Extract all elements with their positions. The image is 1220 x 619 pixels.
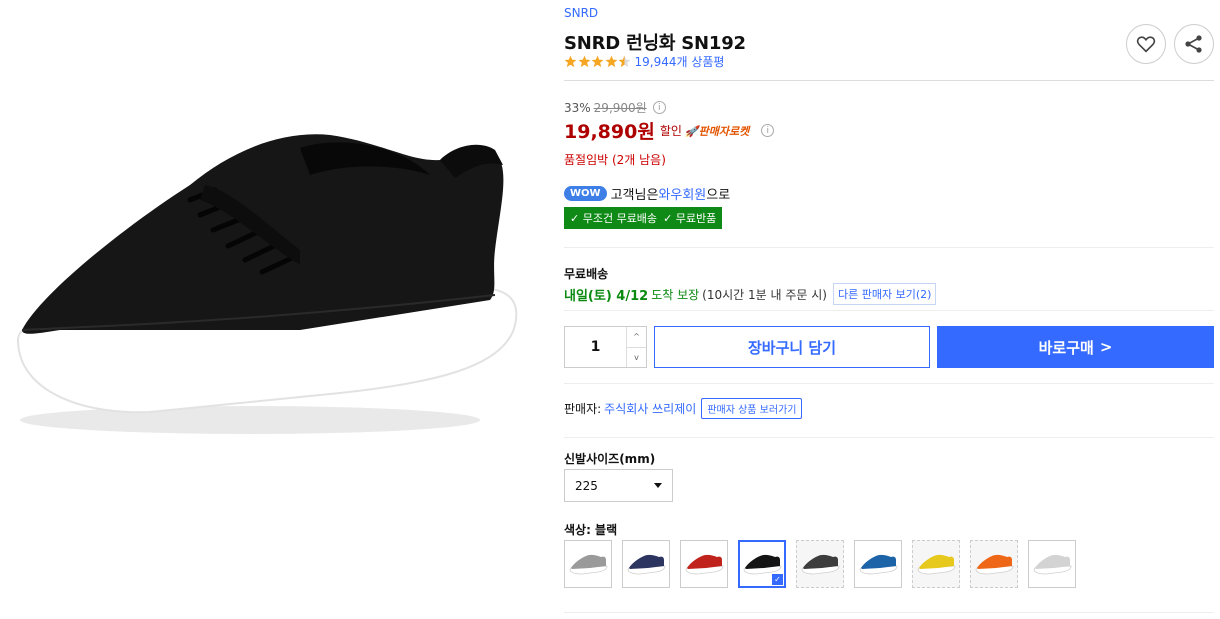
seller-row: 판매자: 주식회사 쓰리제이 판매자 상품 보러가기: [564, 398, 803, 419]
product-title: SNRD 런닝화 SN192: [564, 33, 746, 54]
color-swatch[interactable]: [564, 540, 612, 588]
sale-label: 할인: [659, 124, 682, 138]
size-option-label: 신발사이즈(mm): [564, 452, 656, 466]
half-star-icon: [618, 55, 631, 68]
color-swatch[interactable]: [796, 540, 844, 588]
stock-notice: 품절임박 (2개 남음): [564, 153, 666, 167]
delivery-date: 내일(토) 4/12: [564, 288, 649, 304]
quantity-input[interactable]: 1: [565, 327, 626, 367]
wow-badge: WOW: [564, 186, 607, 201]
original-price: 29,900원: [593, 101, 647, 115]
divider: [564, 612, 1214, 613]
delivery-condition: (10시간 1분 내 주문 시): [702, 287, 827, 302]
color-swatch[interactable]: [622, 540, 670, 588]
free-return-benefit: ✓ 무료반품: [663, 212, 717, 225]
color-swatches: ✓: [564, 540, 1076, 588]
rocket-badge: 🚀판매자로켓: [684, 124, 750, 138]
quantity-stepper: 1 ^ v: [564, 326, 647, 368]
quantity-increase-button[interactable]: ^: [627, 327, 646, 348]
product-image: [0, 90, 530, 450]
quantity-arrows: ^ v: [626, 327, 646, 367]
divider: [564, 310, 1214, 311]
shoe-thumbnail: [1033, 554, 1072, 575]
size-selected-value: 225: [575, 478, 598, 493]
shoe-thumbnail: [627, 554, 666, 575]
wow-row: WOW 고객님은 와우회원 으로: [564, 184, 730, 203]
share-button[interactable]: [1174, 24, 1214, 64]
star-icon: [605, 55, 617, 68]
seller-prefix: 판매자:: [564, 402, 602, 416]
shoe-thumbnail: [685, 554, 724, 575]
review-count-link[interactable]: 19,944개 상품평: [635, 53, 725, 70]
discount-row: 33% 29,900원 i: [564, 99, 666, 116]
divider: [564, 437, 1214, 438]
sale-price: 19,890원: [564, 121, 655, 143]
sale-price-row: 19,890원 할인 🚀판매자로켓 i: [564, 117, 775, 144]
quantity-decrease-button[interactable]: v: [627, 348, 646, 368]
size-select[interactable]: 225: [564, 469, 673, 502]
wow-member-label: 와우회원: [658, 188, 707, 203]
color-swatch[interactable]: ✓: [738, 540, 786, 588]
delivery-guarantee: 도착 보장: [651, 287, 700, 302]
check-icon: ✓: [772, 574, 783, 585]
wow-text-prefix: 고객님은: [610, 188, 659, 203]
color-swatch[interactable]: [970, 540, 1018, 588]
star-icon: [591, 55, 604, 68]
shoe-thumbnail: [743, 554, 782, 575]
buy-now-button[interactable]: 바로구매 >: [937, 326, 1214, 368]
seller-name-link[interactable]: 주식회사 쓰리제이: [604, 400, 696, 417]
shoe-thumbnail: [801, 554, 840, 575]
caret-down-icon: [654, 483, 662, 488]
shipping-title: 무료배송: [564, 267, 609, 281]
divider: [564, 80, 1214, 81]
divider: [564, 383, 1214, 384]
brand-link[interactable]: SNRD: [564, 6, 598, 20]
info-icon[interactable]: i: [761, 124, 775, 137]
wow-benefits-badge: ✓ 무조건 무료배송 ✓ 무료반품: [564, 207, 723, 229]
seller-products-button[interactable]: 판매자 상품 보러가기: [701, 398, 803, 419]
discount-rate: 33%: [564, 100, 591, 115]
color-option-label: 색상: 블랙: [564, 523, 618, 537]
shoe-thumbnail: [859, 554, 898, 575]
wow-text-suffix: 으로: [706, 188, 731, 203]
color-swatch[interactable]: [680, 540, 728, 588]
star-rating: [564, 55, 632, 68]
color-swatch[interactable]: [1028, 540, 1076, 588]
info-icon[interactable]: i: [652, 101, 666, 114]
wishlist-button[interactable]: [1126, 24, 1166, 64]
shoe-thumbnail: [569, 554, 608, 575]
add-to-cart-button[interactable]: 장바구니 담기: [654, 326, 930, 368]
color-swatch[interactable]: [854, 540, 902, 588]
chevron-right-icon: >: [1099, 338, 1113, 356]
delivery-row: 내일(토) 4/12 도착 보장 (10시간 1분 내 주문 시) 다른 판매자…: [564, 283, 937, 305]
free-shipping-benefit: ✓ 무조건 무료배송: [570, 212, 658, 225]
heart-icon: [1136, 36, 1156, 53]
star-icon: [578, 55, 590, 68]
shoe-thumbnail: [917, 554, 956, 575]
buy-now-label: 바로구매: [1038, 338, 1094, 357]
color-swatch[interactable]: [912, 540, 960, 588]
shoe-thumbnail: [975, 554, 1014, 575]
other-sellers-button[interactable]: 다른 판매자 보기(2): [832, 283, 937, 305]
rating-row: 19,944개 상품평: [564, 53, 724, 70]
star-icon: [564, 55, 577, 68]
divider: [564, 247, 1214, 248]
shoe-illustration: [16, 134, 518, 434]
share-icon: [1185, 35, 1202, 53]
